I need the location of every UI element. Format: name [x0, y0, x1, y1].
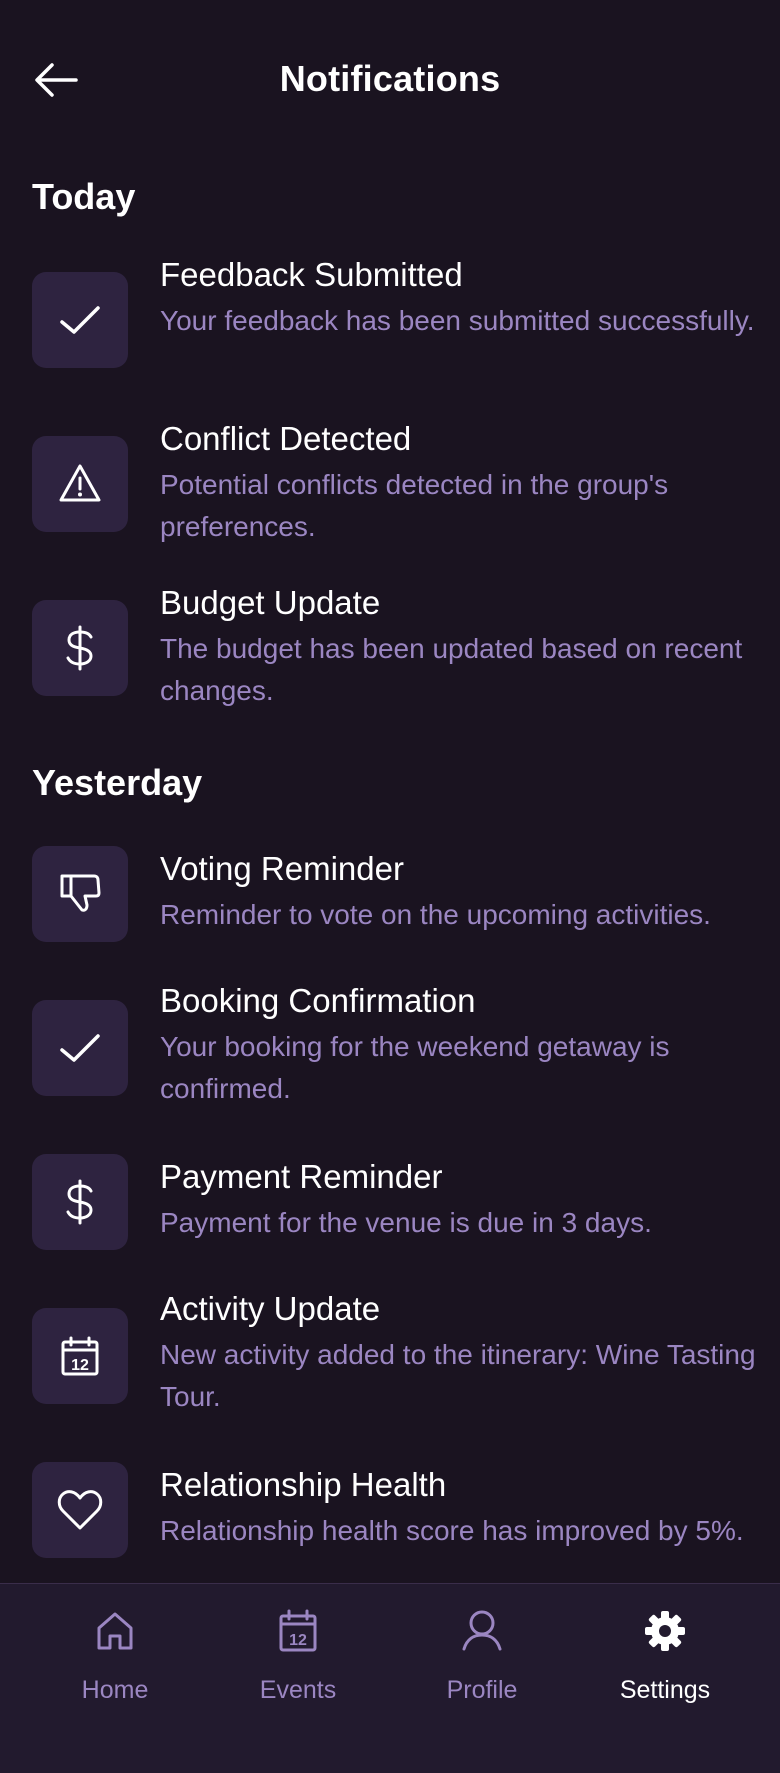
nav-label: Events	[259, 1676, 337, 1704]
notification-title: Feedback Submitted	[160, 256, 463, 293]
thumbs-down-icon	[60, 874, 101, 912]
section-title-yesterday: Yesterday	[32, 762, 203, 803]
notification-icon-box	[32, 1154, 128, 1250]
gear-icon	[645, 1611, 685, 1651]
notification-title: Relationship Health	[160, 1466, 447, 1503]
notification-description: Your feedback has been submitted success…	[160, 305, 755, 336]
check-icon	[60, 306, 100, 334]
calendar-icon: 12	[279, 1609, 317, 1652]
bottom-nav: Home 12 Events Profile Settings	[0, 1583, 780, 1773]
nav-item-settings[interactable]: Settings	[575, 1584, 755, 1734]
notification-description: Potential conflicts detected in the grou…	[160, 469, 669, 542]
nav-item-profile[interactable]: Profile	[392, 1584, 572, 1734]
nav-label: Settings	[619, 1676, 711, 1704]
notification-title: Budget Update	[160, 584, 381, 621]
nav-label: Profile	[446, 1676, 518, 1704]
notification-description: The budget has been updated based on rec…	[160, 633, 743, 706]
notification-description: Reminder to vote on the upcoming activit…	[160, 899, 711, 930]
heart-icon	[57, 1490, 103, 1530]
notification-icon-box	[32, 272, 128, 368]
notification-description: Payment for the venue is due in 3 days.	[160, 1207, 652, 1238]
dollar-icon	[66, 625, 93, 671]
notification-title: Voting Reminder	[160, 850, 404, 887]
notification-title: Booking Confirmation	[160, 982, 476, 1019]
notification-title: Activity Update	[160, 1290, 381, 1327]
notification-description: New activity added to the itinerary: Win…	[160, 1339, 756, 1412]
svg-text:12: 12	[71, 1357, 89, 1374]
svg-text:12: 12	[289, 1632, 307, 1649]
notification-description: Relationship health score has improved b…	[160, 1515, 744, 1546]
home-icon	[97, 1612, 133, 1650]
calendar-icon: 12	[61, 1336, 99, 1376]
section-title-today: Today	[32, 176, 136, 217]
nav-label: Home	[81, 1676, 149, 1704]
notification-icon-box	[32, 1000, 128, 1096]
notification-icon-box	[32, 846, 128, 942]
notification-icon-box	[32, 600, 128, 696]
nav-item-home[interactable]: Home	[25, 1584, 205, 1734]
nav-item-events[interactable]: 12 Events	[208, 1584, 388, 1734]
notification-title: Payment Reminder	[160, 1158, 443, 1195]
notification-title: Conflict Detected	[160, 420, 412, 457]
notification-icon-box	[32, 1462, 128, 1558]
page-title: Notifications	[279, 58, 501, 99]
check-icon	[60, 1034, 100, 1062]
notification-icon-box: 12	[32, 1308, 128, 1404]
dollar-icon	[66, 1179, 93, 1225]
header: Notifications	[0, 0, 780, 160]
warning-icon	[59, 464, 101, 502]
user-icon	[462, 1610, 502, 1651]
notification-description: Your booking for the weekend getaway is …	[160, 1031, 670, 1104]
notification-icon-box	[32, 436, 128, 532]
